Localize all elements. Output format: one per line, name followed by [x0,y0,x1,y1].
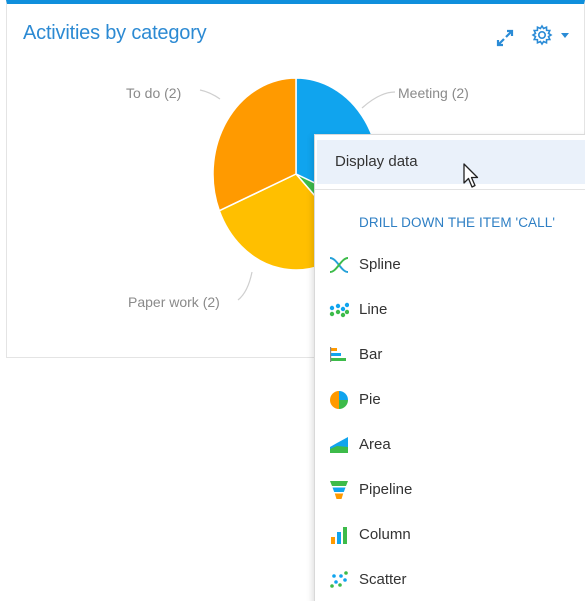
area-icon [329,435,349,455]
todo-connector [199,89,221,100]
menu-item-label: Pipeline [359,481,413,498]
context-menu: Display data DRILL DOWN THE ITEM 'CALL' … [314,134,585,601]
meeting-connector [361,91,396,109]
slice-label-paper: Paper work (2) [128,294,220,310]
drill-down-heading: DRILL DOWN THE ITEM 'CALL' [359,215,556,230]
menu-item-scatter[interactable]: Scatter [315,560,585,600]
mouse-cursor-icon [463,163,483,191]
menu-item-label: Column [359,526,411,543]
pie-icon [329,390,349,410]
slice-label-meeting: Meeting (2) [398,85,469,101]
menu-divider [315,189,585,190]
menu-item-label: Spline [359,256,401,273]
menu-item-column[interactable]: Column [315,515,585,555]
bar-icon [329,345,349,365]
column-icon [329,525,349,545]
menu-item-bar[interactable]: Bar [315,335,585,375]
pipeline-icon [329,480,349,500]
line-icon [329,300,350,320]
menu-item-label: Line [359,301,388,318]
menu-item-pipeline[interactable]: Pipeline [315,470,585,510]
menu-item-area[interactable]: Area [315,425,585,465]
menu-item-spline[interactable]: Spline [315,245,585,285]
menu-item-label: Area [359,436,391,453]
menu-item-label: Bar [359,346,383,363]
menu-item-line[interactable]: Line [315,290,585,330]
display-data-item[interactable]: Display data [317,140,585,184]
menu-item-label: Pie [359,391,381,408]
spline-icon [329,255,349,275]
menu-item-pie[interactable]: Pie [315,380,585,420]
menu-item-label: Scatter [359,571,407,588]
paper-connector [237,271,253,301]
slice-label-todo: To do (2) [126,85,182,101]
scatter-icon [329,570,349,590]
